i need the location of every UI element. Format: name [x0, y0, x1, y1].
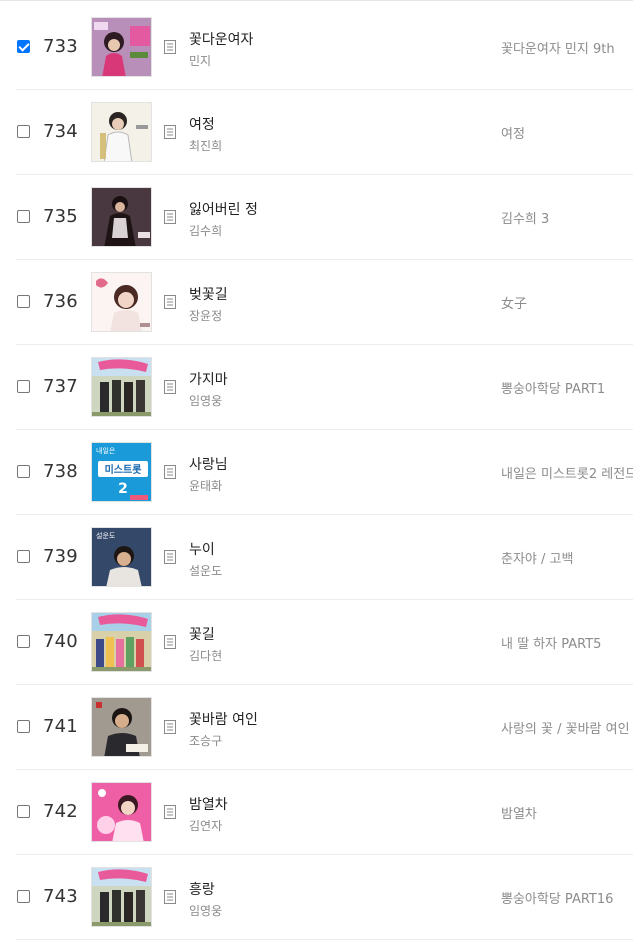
album-name[interactable]: 김수희 3 — [501, 208, 633, 227]
lyrics-icon[interactable] — [164, 890, 176, 904]
rank-number: 733 — [43, 36, 78, 57]
rank-number: 738 — [43, 461, 78, 482]
artist-name[interactable]: 김수희 — [189, 222, 222, 239]
artist-name[interactable]: 설운도 — [189, 562, 222, 579]
album-art[interactable] — [91, 357, 152, 417]
song-title[interactable]: 꽃바람 여인 — [189, 709, 258, 729]
album-art[interactable] — [91, 187, 152, 247]
list-item[interactable]: 737 가지마 임영웅 뽕숭아학당 PART1 — [0, 345, 633, 430]
album-name[interactable]: 내일은 미스트롯2 레전드 — [501, 463, 633, 482]
lyrics-icon[interactable] — [164, 465, 176, 479]
lyrics-icon[interactable] — [164, 720, 176, 734]
artist-name[interactable]: 민지 — [189, 52, 211, 69]
artist-name[interactable]: 임영웅 — [189, 392, 222, 409]
list-item[interactable]: 743 흥랑 임영웅 뽕숭아학당 PART16 — [0, 855, 633, 940]
list-item[interactable]: 734 여정 최진희 여정 — [0, 90, 633, 175]
artist-name[interactable]: 윤태화 — [189, 477, 222, 494]
list-item[interactable]: 735 잃어버린 정 김수희 김수희 3 — [0, 175, 633, 260]
album-art[interactable]: 내일은 미스트롯 2 — [91, 442, 152, 502]
album-name[interactable]: 뽕숭아학당 PART1 — [501, 378, 633, 397]
song-title[interactable]: 꽃길 — [189, 624, 215, 644]
select-checkbox[interactable] — [17, 635, 30, 648]
select-checkbox[interactable] — [17, 295, 30, 308]
lyrics-icon[interactable] — [164, 40, 176, 54]
song-title[interactable]: 꽃다운여자 — [189, 29, 253, 49]
select-checkbox[interactable] — [17, 40, 30, 53]
list-item[interactable]: 741 꽃바람 여인 조승구 사랑의 꽃 / 꽃바람 여인 — [0, 685, 633, 770]
list-item[interactable]: 733 꽃다운여자 민지 꽃다운여자 민지 9th — [0, 5, 633, 90]
artist-name[interactable]: 임영웅 — [189, 902, 222, 919]
select-checkbox[interactable] — [17, 125, 30, 138]
select-checkbox[interactable] — [17, 550, 30, 563]
album-name[interactable]: 여정 — [501, 123, 633, 142]
lyrics-icon[interactable] — [164, 210, 176, 224]
select-checkbox[interactable] — [17, 890, 30, 903]
rank-number: 734 — [43, 121, 78, 142]
album-art-text: 미스트롯 — [105, 463, 142, 476]
artist-name[interactable]: 최진희 — [189, 137, 222, 154]
album-name[interactable]: 내 딸 하자 PART5 — [501, 633, 633, 652]
lyrics-icon[interactable] — [164, 805, 176, 819]
rank-number: 743 — [43, 886, 78, 907]
album-art[interactable] — [91, 17, 152, 77]
album-art[interactable] — [91, 867, 152, 927]
lyrics-icon[interactable] — [164, 295, 176, 309]
song-title[interactable]: 흥랑 — [189, 879, 215, 899]
song-title[interactable]: 밤열차 — [189, 794, 228, 814]
rank-number: 742 — [43, 801, 78, 822]
album-art-text: 2 — [118, 481, 128, 497]
album-name[interactable]: 女子 — [501, 293, 633, 312]
album-art-text: 내일은 — [96, 446, 116, 455]
album-art[interactable] — [91, 612, 152, 672]
artist-name[interactable]: 장윤정 — [189, 307, 222, 324]
lyrics-icon[interactable] — [164, 635, 176, 649]
list-item[interactable]: 739 설운도 누이 설운도 춘자야 / 고백 — [0, 515, 633, 600]
artist-name[interactable]: 조승구 — [189, 732, 222, 749]
select-checkbox[interactable] — [17, 465, 30, 478]
song-title[interactable]: 누이 — [189, 539, 215, 559]
song-title[interactable]: 벚꽃길 — [189, 284, 228, 304]
select-checkbox[interactable] — [17, 210, 30, 223]
album-name[interactable]: 사랑의 꽃 / 꽃바람 여인 — [501, 718, 633, 737]
select-checkbox[interactable] — [17, 380, 30, 393]
rank-number: 735 — [43, 206, 78, 227]
album-name[interactable]: 밤열차 — [501, 803, 633, 822]
select-checkbox[interactable] — [17, 805, 30, 818]
song-title[interactable]: 잃어버린 정 — [189, 199, 258, 219]
song-title[interactable]: 가지마 — [189, 369, 228, 389]
album-name[interactable]: 꽃다운여자 민지 9th — [501, 38, 633, 57]
lyrics-icon[interactable] — [164, 125, 176, 139]
song-list: 733 꽃다운여자 민지 꽃다운여자 민지 9th 734 여정 최진희 여정 … — [0, 0, 633, 940]
album-art[interactable] — [91, 272, 152, 332]
album-art[interactable] — [91, 782, 152, 842]
rank-number: 741 — [43, 716, 78, 737]
artist-name[interactable]: 김연자 — [189, 817, 222, 834]
list-item[interactable]: 736 벚꽃길 장윤정 女子 — [0, 260, 633, 345]
select-checkbox[interactable] — [17, 720, 30, 733]
list-item[interactable]: 738 내일은 미스트롯 2 사랑님 윤태화 내일은 미스트롯2 레전드 — [0, 430, 633, 515]
list-item[interactable]: 740 꽃길 김다현 내 딸 하자 PART5 — [0, 600, 633, 685]
album-name[interactable]: 춘자야 / 고백 — [501, 548, 633, 567]
album-art[interactable] — [91, 697, 152, 757]
album-art-text: 설운도 — [96, 532, 116, 540]
rank-number: 737 — [43, 376, 78, 397]
album-art[interactable] — [91, 102, 152, 162]
album-name[interactable]: 뽕숭아학당 PART16 — [501, 888, 633, 907]
song-title[interactable]: 여정 — [189, 114, 215, 134]
lyrics-icon[interactable] — [164, 550, 176, 564]
list-item[interactable]: 742 밤열차 김연자 밤열차 — [0, 770, 633, 855]
rank-number: 740 — [43, 631, 78, 652]
album-art[interactable]: 설운도 — [91, 527, 152, 587]
rank-number: 739 — [43, 546, 78, 567]
lyrics-icon[interactable] — [164, 380, 176, 394]
artist-name[interactable]: 김다현 — [189, 647, 222, 664]
song-title[interactable]: 사랑님 — [189, 454, 228, 474]
rank-number: 736 — [43, 291, 78, 312]
